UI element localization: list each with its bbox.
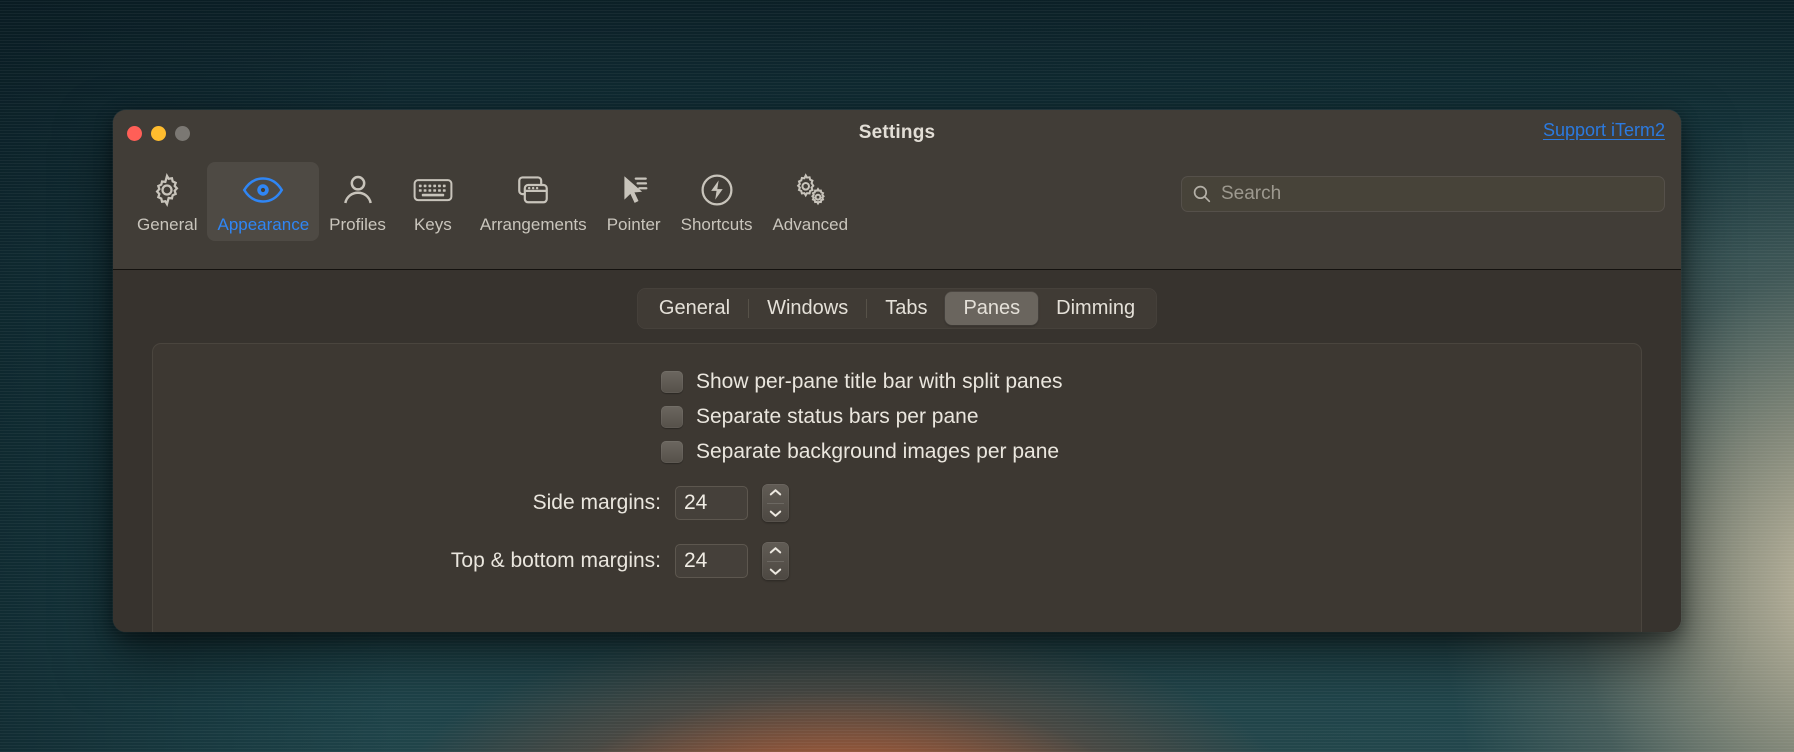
segmented-tab-bar: General Windows Tabs Panes Dimming [637,288,1157,329]
eye-icon [242,170,284,210]
toolbar-item-label: Appearance [217,215,309,235]
checkbox-label: Separate status bars per pane [696,405,979,429]
top-bottom-margins-label: Top & bottom margins: [422,549,661,573]
search-icon [1192,184,1212,204]
toolbar-item-arrangements[interactable]: Arrangements [470,162,597,241]
chevron-down-icon[interactable] [762,563,789,581]
stepper-divider [767,503,784,504]
toolbar-tab-list: General Appearance [127,162,858,241]
gears-icon [790,170,830,210]
person-icon [341,170,375,210]
segment-tab-dimming[interactable]: Dimming [1038,292,1153,325]
toolbar-item-label: Profiles [329,215,386,235]
segmented-tab-bar-wrapper: General Windows Tabs Panes Dimming [151,288,1643,329]
checkbox-row-separate-status-bars[interactable]: Separate status bars per pane [661,405,1641,429]
toolbar-item-shortcuts[interactable]: Shortcuts [671,162,763,241]
toolbar-item-keys[interactable]: Keys [396,162,470,241]
toolbar-item-label: Pointer [607,215,661,235]
toolbar-item-appearance[interactable]: Appearance [207,162,319,241]
toolbar-item-advanced[interactable]: Advanced [762,162,858,241]
side-margins-input[interactable] [675,486,748,520]
bolt-circle-icon [699,170,735,210]
gear-icon [149,170,185,210]
support-iterm2-link[interactable]: Support iTerm2 [1543,120,1665,141]
toolbar-item-label: Shortcuts [681,215,753,235]
top-bottom-margins-input[interactable] [675,544,748,578]
desktop-background: Settings Support iTerm2 General [0,0,1794,752]
checkbox-separate-status-bars[interactable] [661,406,683,428]
checkbox-label: Separate background images per pane [696,440,1059,464]
side-margins-stepper[interactable] [762,484,789,522]
segment-tab-tabs[interactable]: Tabs [867,292,945,325]
window-title: Settings [113,122,1681,144]
chevron-down-icon[interactable] [762,505,789,523]
window-toolbar: Settings Support iTerm2 General [113,110,1681,270]
windows-icon [514,170,552,210]
side-margins-label: Side margins: [422,491,661,515]
cursor-icon [616,170,652,210]
toolbar-item-label: Arrangements [480,215,587,235]
chevron-up-icon[interactable] [762,542,789,560]
checkbox-per-pane-title-bar[interactable] [661,371,683,393]
checkbox-separate-background-images[interactable] [661,441,683,463]
toolbar-item-pointer[interactable]: Pointer [597,162,671,241]
top-bottom-margins-stepper[interactable] [762,542,789,580]
segment-tab-panes[interactable]: Panes [945,292,1038,325]
settings-window: Settings Support iTerm2 General [113,110,1681,632]
field-row-top-bottom-margins: Top & bottom margins: [153,542,1641,580]
panes-settings-card: Show per-pane title bar with split panes… [152,343,1642,632]
search-field[interactable] [1181,176,1665,212]
toolbar-item-label: General [137,215,197,235]
checkbox-row-per-pane-title-bar[interactable]: Show per-pane title bar with split panes [661,370,1641,394]
field-row-side-margins: Side margins: [153,484,1641,522]
toolbar-item-label: Keys [414,215,452,235]
segment-tab-windows[interactable]: Windows [749,292,866,325]
toolbar-item-profiles[interactable]: Profiles [319,162,396,241]
toolbar-item-general[interactable]: General [127,162,207,241]
stepper-divider [767,561,784,562]
keyboard-icon [413,170,453,210]
segment-tab-general[interactable]: General [641,292,748,325]
settings-body: General Windows Tabs Panes Dimming Show … [113,270,1681,632]
toolbar-item-label: Advanced [772,215,848,235]
checkbox-row-separate-background-images[interactable]: Separate background images per pane [661,440,1641,464]
chevron-up-icon[interactable] [762,484,789,502]
checkbox-label: Show per-pane title bar with split panes [696,370,1063,394]
search-input[interactable] [1221,183,1654,205]
